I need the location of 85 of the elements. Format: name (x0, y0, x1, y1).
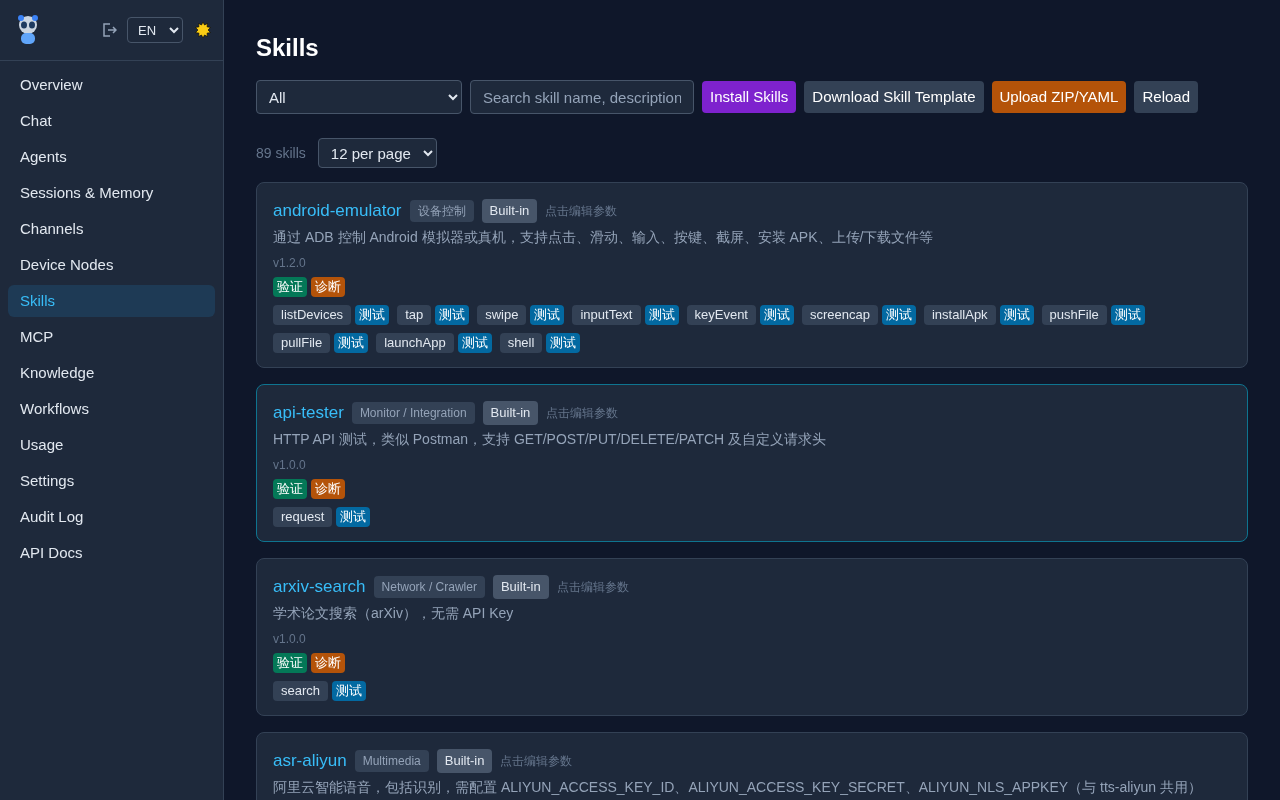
tool-name-tag: inputText (572, 305, 641, 325)
test-button[interactable]: 测试 (760, 305, 794, 325)
tool-name-tag: pullFile (273, 333, 331, 353)
filter-select[interactable]: All (256, 80, 462, 114)
source-tag: Built-in (436, 749, 493, 773)
status-badge[interactable]: 验证 (273, 277, 307, 297)
status-badge[interactable]: 诊断 (311, 479, 345, 499)
category-tag: Monitor / Integration (351, 402, 475, 424)
tool-name-tag: tap (397, 305, 432, 325)
test-button[interactable]: 测试 (355, 305, 390, 325)
status-badge[interactable]: 验证 (273, 653, 307, 673)
skill-card[interactable]: arxiv-search Network / Crawler Built-in 点击编辑参数 学术论文搜索（arXiv），无需 API Key v1.0.0 验证 诊断 search 测试 (256, 558, 1248, 716)
skill-card[interactable]: asr-aliyun Multimedia Built-in 点击编辑参数 阿里云智能语音，包括识别，需配置 ALIYUN_ACCESS_KEY_ID、ALIYUN_ACCESS_KEY_SECRET、ALIYUN_NLS_APPKEY（与 tts-aliyun 共用） (256, 732, 1248, 800)
tool-name-tag: shell (499, 333, 543, 353)
tool-name-tag: pushFile (1041, 305, 1107, 325)
skill-name[interactable]: asr-aliyun (273, 748, 347, 774)
test-button[interactable]: 测试 (546, 333, 581, 353)
toolbar-button[interactable]: Install Skills (702, 81, 797, 113)
tool-name-tag: swipe (477, 305, 527, 325)
tool-name-tag: listDevices (273, 305, 352, 325)
tool-name-tag: keyEvent (686, 305, 756, 325)
status-badge[interactable]: 诊断 (311, 277, 345, 297)
page-title: Skills (256, 33, 320, 63)
search-field[interactable]: Search skill name, description (470, 80, 694, 114)
source-tag: Built-in (481, 199, 538, 223)
language-select[interactable]: EN (127, 17, 183, 43)
tool-name-tag: search (273, 681, 329, 701)
category-tag: Multimedia (354, 750, 429, 772)
skill-name[interactable]: api-tester (273, 400, 344, 426)
skill-card[interactable]: api-tester Monitor / Integration Built-in 点击编辑参数 HTTP API 测试，类似 Postman，支持 GET/POST/PUT/DELETE/PATCH 及自定义请求头 v1.0.0 验证 诊断 request 测试 (256, 384, 1248, 542)
logout-icon[interactable] (101, 22, 117, 38)
skill-version: v1.2.0 (273, 255, 307, 271)
skill-description: 学术论文搜索（arXiv），无需 API Key (273, 604, 515, 623)
toolbar-button[interactable]: Upload ZIP/YAML (991, 81, 1127, 113)
status-badge[interactable]: 验证 (273, 479, 307, 499)
test-button[interactable]: 测试 (1110, 305, 1145, 325)
test-button[interactable]: 测试 (332, 681, 367, 701)
tool-name-tag: launchApp (376, 333, 454, 353)
sun-icon[interactable] (195, 22, 211, 38)
test-button[interactable]: 测试 (457, 333, 492, 353)
tool-name-tag: installApk (923, 305, 996, 325)
edit-params-hint: 点击编辑参数 (545, 203, 618, 220)
nav-item[interactable]: Sessions & Memory (8, 177, 215, 209)
toolbar-button[interactable]: Download Skill Template (804, 81, 984, 113)
page-size-select[interactable]: 12 per page (317, 138, 437, 168)
skill-description: HTTP API 测试，类似 Postman，支持 GET/POST/PUT/DELETE/PATCH 及自定义请求头 (273, 430, 828, 449)
test-button[interactable]: 测试 (644, 305, 679, 325)
skill-description: 通过 ADB 控制 Android 模拟器或真机，支持点击、滑动、输入、按键、截屏、安装 APK、上传/下载文件等 (273, 228, 935, 247)
skill-version: v1.0.0 (273, 457, 307, 473)
nav-item[interactable]: Channels (8, 213, 215, 245)
nav-item[interactable]: Chat (8, 105, 215, 137)
category-tag: 设备控制 (409, 200, 474, 222)
skill-name[interactable]: arxiv-search (273, 574, 366, 600)
skill-card[interactable] (256, 182, 1248, 368)
edit-params-hint: 点击编辑参数 (546, 405, 619, 422)
test-button[interactable]: 测试 (336, 507, 371, 527)
tool-name-tag: screencap (802, 305, 878, 325)
nav-item[interactable]: Knowledge (8, 357, 215, 389)
nav-item[interactable]: Device Nodes (8, 249, 215, 281)
skill-count: 89 skills (256, 143, 306, 163)
edit-params-hint: 点击编辑参数 (556, 579, 629, 596)
source-tag: Built-in (482, 401, 539, 425)
test-button[interactable]: 测试 (530, 305, 565, 325)
source-tag: Built-in (492, 575, 549, 599)
nav-item[interactable]: Agents (8, 141, 215, 173)
nav-item[interactable]: Settings (8, 465, 215, 497)
nav-item[interactable]: API Docs (8, 537, 215, 569)
tool-name-tag: request (273, 507, 333, 527)
nav-item[interactable]: Workflows (8, 393, 215, 425)
test-button[interactable]: 测试 (999, 305, 1034, 325)
edit-params-hint: 点击编辑参数 (500, 753, 573, 770)
nav-item[interactable]: MCP (8, 321, 215, 353)
test-button[interactable]: 测试 (881, 305, 916, 325)
status-badge[interactable]: 诊断 (311, 653, 345, 673)
nav-item[interactable]: Overview (8, 69, 215, 101)
skill-description: 阿里云智能语音，包括识别，需配置 ALIYUN_ACCESS_KEY_ID、ALIYUN_ACCESS_KEY_SECRET、ALIYUN_NLS_APPKEY（与 tts-aliyun 共用） (273, 778, 1203, 797)
nav-item[interactable]: Audit Log (8, 501, 215, 533)
category-tag: Network / Crawler (373, 576, 485, 598)
skill-version: v1.0.0 (273, 631, 307, 647)
test-button[interactable]: 测试 (334, 333, 369, 353)
nav-item[interactable]: Usage (8, 429, 215, 461)
test-button[interactable]: 测试 (435, 305, 470, 325)
skill-name[interactable]: android-emulator (273, 198, 402, 224)
nav-item[interactable]: Skills (8, 285, 215, 317)
toolbar-button[interactable]: Reload (1134, 81, 1198, 113)
